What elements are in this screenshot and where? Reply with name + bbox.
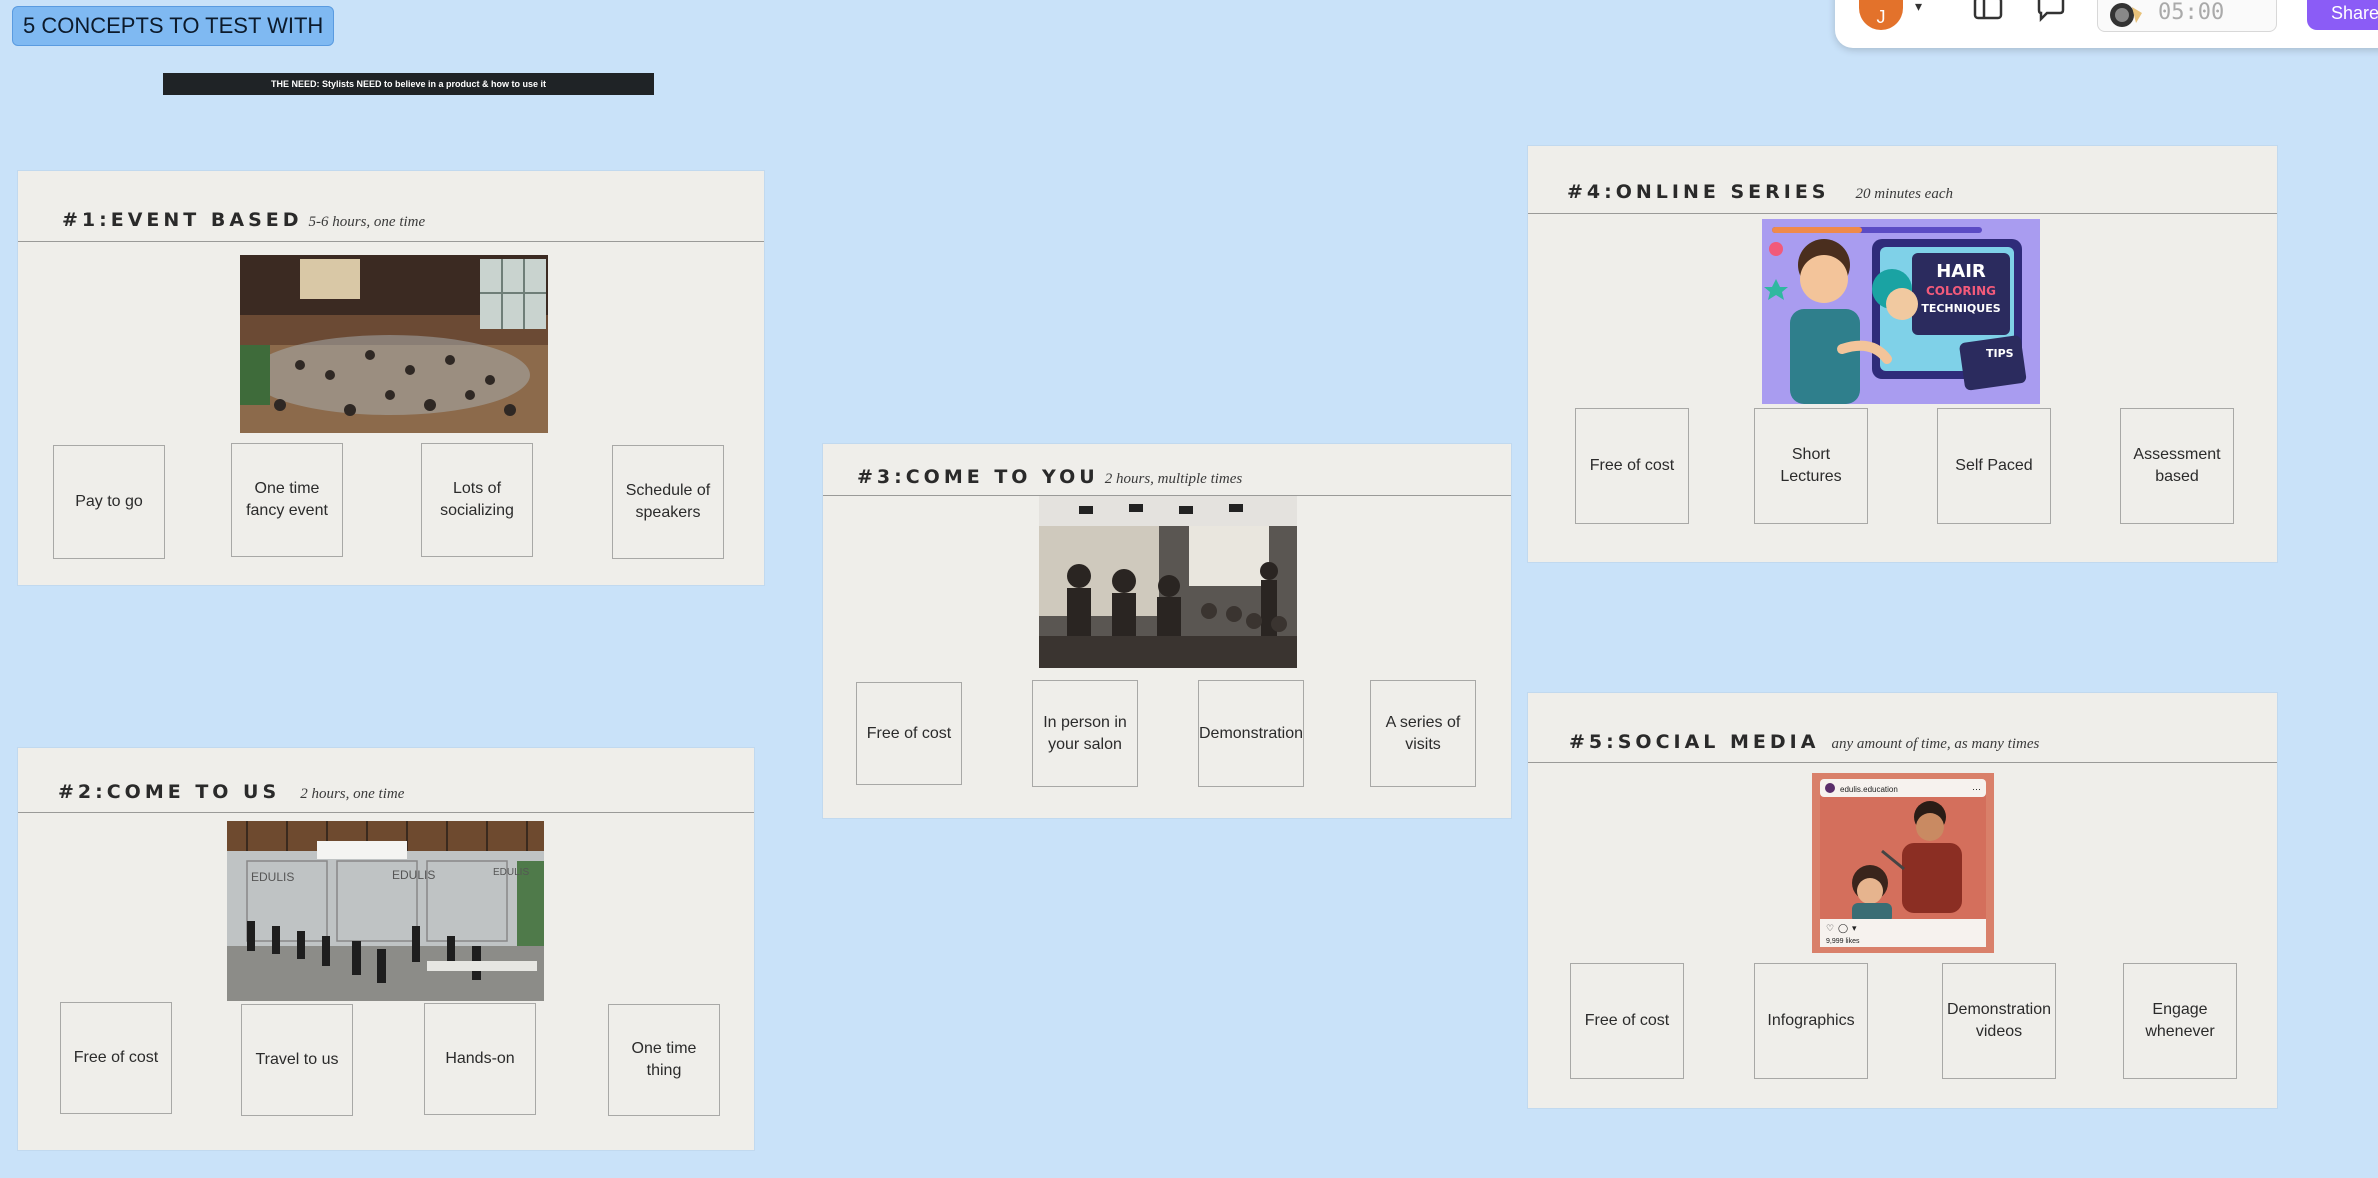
chevron-down-icon[interactable]: ▾ — [1915, 0, 1922, 15]
hair-heading-text: HAIR — [1936, 261, 1986, 282]
hair-coloring-video-illustration[interactable]: HAIR COLORING TECHNIQUES TIPS — [1762, 219, 2040, 404]
tile-in-person-in-your-salon[interactable]: In person in your salon — [1032, 680, 1138, 787]
top-toolbar: J ▾ 05:00 Share — [1835, 0, 2378, 48]
tile-assessment-based[interactable]: Assessment based — [2120, 408, 2234, 524]
concept-card-come-to-you[interactable]: #3:COME TO YOU 2 hours, multiple times Fr… — [823, 444, 1511, 818]
timer-widget[interactable]: 05:00 — [2097, 0, 2277, 32]
salon-class-photo[interactable]: EDULIS EDULIS EDULIS — [227, 821, 544, 1001]
stopwatch-icon — [2108, 0, 2146, 35]
tile-travel-to-us[interactable]: Travel to us — [241, 1004, 353, 1116]
tile-free-of-cost[interactable]: Free of cost — [60, 1002, 172, 1114]
board-layout-icon[interactable] — [1973, 0, 2003, 26]
tile-lots-of-socializing[interactable]: Lots of socializing — [421, 443, 533, 557]
techniques-heading-text: TECHNIQUES — [1921, 302, 2000, 315]
concept-subtitle: 20 minutes each — [1855, 186, 1953, 202]
send-icon: ▾ — [1852, 924, 1857, 934]
salon-visit-photo[interactable] — [1039, 496, 1297, 668]
section-label[interactable]: 5 CONCEPTS TO TEST WITH — [12, 6, 335, 46]
concept-subtitle: 5-6 hours, one time — [308, 214, 426, 230]
tile-one-time-thing[interactable]: One time thing — [608, 1004, 720, 1116]
tile-free-of-cost[interactable]: Free of cost — [1570, 963, 1684, 1079]
tile-schedule-of-speakers[interactable]: Schedule of speakers — [612, 445, 724, 559]
tile-free-of-cost[interactable]: Free of cost — [856, 682, 962, 785]
edulis-sign-right: EDULIS — [493, 867, 529, 878]
edulis-sign-center: EDULIS — [392, 868, 435, 882]
need-banner[interactable]: THE NEED: Stylists NEED to believe in a … — [163, 73, 654, 95]
tile-a-series-of-visits[interactable]: A series of visits — [1370, 680, 1476, 787]
concept-title: #4:ONLINE SERIES 20 minutes each — [1567, 181, 1953, 203]
tile-hands-on[interactable]: Hands-on — [424, 1003, 536, 1115]
tile-infographics[interactable]: Infographics — [1754, 963, 1868, 1079]
share-button[interactable]: Share — [2307, 0, 2378, 30]
tile-short-lectures[interactable]: Short Lectures — [1754, 408, 1868, 524]
likes-text: 9,999 likes — [1826, 938, 1860, 945]
tile-engage-whenever[interactable]: Engage whenever — [2123, 963, 2237, 1079]
concept-title: #5:SOCIAL MEDIA any amount of time, as ma… — [1569, 731, 2040, 753]
heart-icon: ♡ — [1826, 924, 1834, 934]
concept-subtitle: 2 hours, multiple times — [1104, 471, 1243, 487]
concept-title: #1:EVENT BASED 5-6 hours, one time — [62, 209, 426, 231]
concept-card-social-media[interactable]: #5:SOCIAL MEDIA any amount of time, as ma… — [1528, 693, 2277, 1108]
tile-demonstration[interactable]: Demonstration — [1198, 680, 1304, 787]
concept-title: #3:COME TO YOU 2 hours, multiple times — [857, 466, 1243, 488]
concept-title: #2:COME TO US 2 hours, one time — [58, 781, 405, 803]
tile-free-of-cost[interactable]: Free of cost — [1575, 408, 1689, 524]
concept-card-event-based[interactable]: #1:EVENT BASED 5-6 hours, one time Pay to… — [18, 171, 764, 585]
concept-card-online-series[interactable]: #4:ONLINE SERIES 20 minutes each HAIR COL… — [1528, 146, 2277, 562]
timer-value: 05:00 — [2158, 0, 2225, 25]
svg-text:⋯: ⋯ — [1972, 784, 1981, 794]
concept-subtitle: 2 hours, one time — [300, 786, 405, 802]
insta-handle-text: edulis.education — [1840, 785, 1898, 794]
tips-text: TIPS — [1986, 347, 2014, 360]
tile-self-paced[interactable]: Self Paced — [1937, 408, 2051, 524]
event-photo[interactable] — [240, 255, 548, 433]
tile-demonstration-videos[interactable]: Demonstration videos — [1942, 963, 2056, 1079]
comment-bubble-icon: ◯ — [1838, 924, 1848, 934]
concept-card-come-to-us[interactable]: #2:COME TO US 2 hours, one time EDULIS ED… — [18, 748, 754, 1150]
user-avatar[interactable]: J — [1859, 0, 1903, 30]
coloring-heading-text: COLORING — [1926, 284, 1996, 298]
concept-subtitle: any amount of time, as many times — [1831, 736, 2040, 752]
instagram-post-mockup[interactable]: edulis.education ⋯ ♡ ◯ ▾ 9,999 likes — [1812, 773, 1994, 953]
tile-pay-to-go[interactable]: Pay to go — [53, 445, 165, 559]
comment-icon[interactable] — [2035, 0, 2067, 28]
edulis-sign-left: EDULIS — [251, 870, 294, 884]
tile-one-time-fancy-event[interactable]: One time fancy event — [231, 443, 343, 557]
